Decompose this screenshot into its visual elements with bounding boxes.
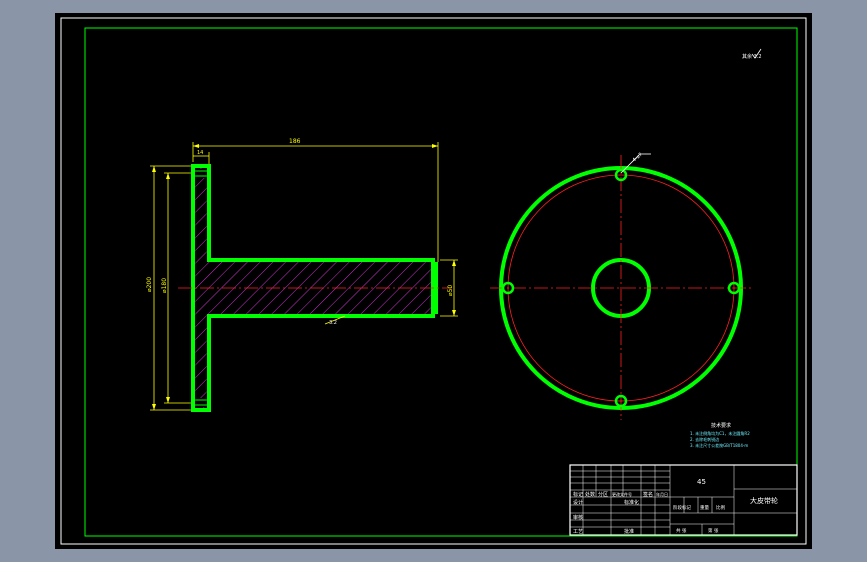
shaft-roughness-value: 3.2 [329, 320, 337, 326]
tb-row-process: 工艺 [573, 529, 583, 535]
tb-hdr-zone: 分区 [598, 491, 608, 498]
tb-hdr-doc: 更改文件号 [612, 491, 632, 497]
tb-weight-label: 重量 [700, 504, 709, 511]
note-line-1: 1. 未注倒角均为C1，未注圆角R2 [690, 430, 750, 436]
dim-flange-thickness: 14 [197, 150, 203, 156]
dim-flange-outer-diameter: ⌀200 [146, 277, 153, 292]
tb-row-review: 审核 [573, 514, 583, 521]
tb-sheets-label: 共 张 [676, 527, 687, 534]
tb-hdr-date: 年月日 [656, 491, 668, 497]
dim-overall-length: 186 [289, 138, 301, 145]
title-block: 标记 处数 分区 更改文件号 签名 年月日 设计 标准化 审核 工艺 批准 45… [569, 464, 798, 536]
bolt-hole-bottom [193, 398, 209, 407]
tb-scale-label: 比例 [716, 504, 725, 511]
tb-row-standard: 标准化 [624, 499, 639, 506]
tb-row-design: 设计 [573, 499, 583, 506]
note-line-3: 3. 未注尺寸公差按GB/T1804-m [690, 442, 748, 448]
tb-row-approve: 批准 [624, 528, 634, 535]
tb-hdr-count: 处数 [585, 491, 595, 498]
roughness-mark-text: 其余 3.2 [742, 53, 762, 60]
tb-material: 45 [697, 478, 706, 486]
tb-hdr-mark: 标记 [573, 491, 583, 498]
bolt-hole-top [193, 169, 209, 178]
tb-stage-label: 阶段标记 [673, 504, 691, 511]
tb-sheet-label: 第 张 [708, 527, 719, 534]
notes-title: 技术要求 [711, 422, 731, 429]
dim-shaft-diameter: ⌀50 [447, 285, 454, 296]
tb-hdr-sign: 签名 [643, 491, 653, 498]
cad-drawing-canvas: 其余 3.2 186 14 ⌀200 ⌀180 ⌀50 3.2 4-⌀7 技术要… [55, 13, 812, 549]
tb-part-name: 大皮带轮 [750, 496, 778, 505]
note-line-2: 2. 去除毛刺锐边 [690, 436, 719, 442]
dim-bolt-circle-diameter: ⌀180 [161, 278, 168, 293]
